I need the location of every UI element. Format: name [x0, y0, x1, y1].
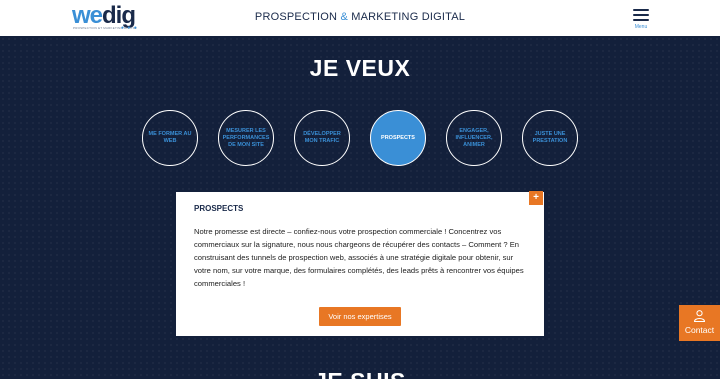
menu-label: Menu — [634, 24, 648, 30]
hamburger-icon-bar — [633, 14, 649, 16]
title-part-2: MARKETING DIGITAL — [348, 11, 466, 23]
option-me-former[interactable]: ME FORMER AU WEB — [142, 110, 198, 166]
next-section-heading: JE SUIS — [0, 368, 720, 379]
card-description: Notre promesse est directe – confiez-nou… — [194, 227, 524, 288]
option-mesurer-performances[interactable]: MESURER LES PERFORMANCES DE MON SITE — [218, 110, 274, 166]
contact-button[interactable]: Contact — [679, 305, 720, 341]
section-heading: JE VEUX — [309, 55, 411, 81]
expertises-button[interactable]: Voir nos expertises — [319, 307, 401, 326]
option-label: MESURER LES PERFORMANCES DE MON SITE — [222, 127, 270, 148]
option-engager[interactable]: ENGAGER, INFLUENCER, ANIMER — [446, 110, 502, 166]
option-label: ME FORMER AU WEB — [148, 131, 192, 144]
expand-plus-button[interactable]: + — [529, 191, 543, 205]
card-title: PROSPECTS — [194, 204, 244, 213]
hamburger-icon — [633, 9, 649, 11]
site-title: PROSPECTION & MARKETING DIGITAL — [0, 11, 720, 23]
contact-label: Contact — [684, 325, 715, 335]
logo-dots: ● ● ● — [121, 25, 138, 31]
option-label: ENGAGER, INFLUENCER, ANIMER — [455, 127, 493, 148]
option-label: DÉVELOPPER MON TRAFIC — [303, 131, 341, 144]
site-header: wedig PROSPECTION ET MARKETING DIGITAL ●… — [0, 0, 720, 36]
hamburger-icon-bar — [633, 19, 649, 21]
option-developper-trafic[interactable]: DÉVELOPPER MON TRAFIC — [294, 110, 350, 166]
option-label: JUSTE UNE PRESTATION — [532, 131, 568, 144]
menu-button[interactable]: Menu — [628, 6, 654, 32]
option-prospects[interactable]: PROSPECTS — [370, 110, 426, 166]
title-part-1: PROSPECTION — [254, 11, 341, 23]
contact-person-icon — [693, 310, 706, 322]
title-ampersand: & — [340, 11, 348, 23]
option-label: PROSPECTS — [381, 134, 415, 141]
option-prestation[interactable]: JUSTE UNE PRESTATION — [522, 110, 578, 166]
